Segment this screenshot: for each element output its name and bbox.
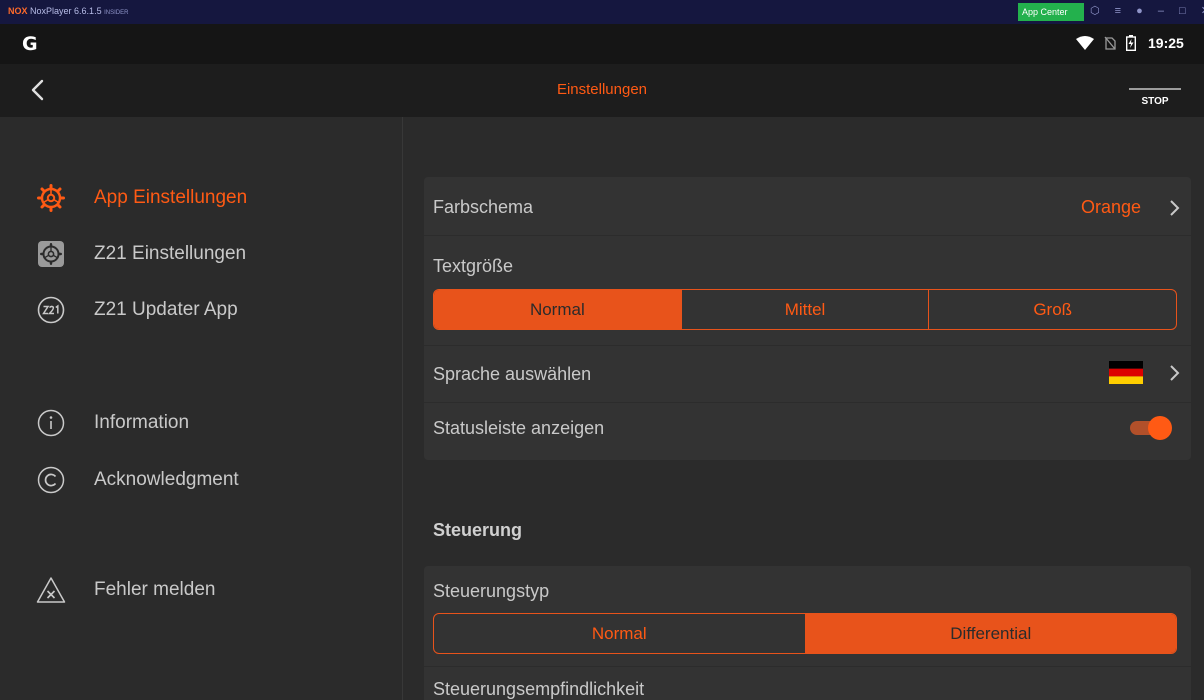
emulator-name: NoxPlayer 6.6.1.5: [30, 6, 102, 16]
language-row[interactable]: Sprache auswählen: [424, 346, 1191, 402]
no-sim-icon: [1104, 36, 1116, 50]
sidebar-item-report-error[interactable]: Fehler melden: [36, 573, 215, 607]
clock: 19:25: [1148, 35, 1184, 51]
emulator-title: NOX NoxPlayer 6.6.1.5 INSIDER: [8, 6, 128, 16]
control-type-option-normal[interactable]: Normal: [434, 614, 805, 653]
sidebar-item-label: Fehler melden: [94, 579, 216, 600]
sidebar-item-label: Acknowledgment: [94, 469, 239, 490]
app-bar: Einstellungen STOP: [0, 64, 1204, 117]
text-size-option-gross[interactable]: Groß: [928, 290, 1176, 329]
info-icon: [36, 408, 66, 438]
divider: [424, 666, 1191, 667]
color-scheme-value: Orange: [1081, 197, 1142, 217]
sidebar-item-z21-settings[interactable]: Z21 Einstellungen: [36, 237, 246, 271]
sidebar-item-app-settings[interactable]: App Einstellungen: [36, 181, 247, 215]
stop-label: STOP: [1141, 96, 1169, 107]
app-settings-card: Farbschema Orange Textgröße Normal Mitte…: [424, 177, 1191, 460]
g-logo-icon: G: [22, 33, 38, 55]
android-status-bar: [0, 24, 1204, 64]
divider: [424, 402, 1191, 403]
settings-content: Farbschema Orange Textgröße Normal Mitte…: [404, 117, 1204, 700]
section-title-control: Steuerung: [433, 520, 523, 540]
stop-indicator-line: [1129, 88, 1181, 90]
sidebar-item-label: App Einstellungen: [94, 187, 248, 208]
sidebar-item-label: Z21 Einstellungen: [94, 243, 247, 264]
text-size-option-normal[interactable]: Normal: [434, 290, 681, 329]
control-sensitivity-label: Steuerungsempfindlichkeit: [433, 679, 645, 699]
text-size-label: Textgröße: [433, 256, 514, 276]
sidebar-item-acknowledgment[interactable]: Acknowledgment: [36, 463, 239, 497]
language-label: Sprache auswählen: [433, 364, 592, 384]
emulator-version-tag: INSIDER: [104, 10, 129, 16]
battery-icon: [1126, 35, 1136, 51]
sidebar-item-label: Information: [94, 412, 190, 433]
toggle-thumb: [1148, 416, 1172, 440]
color-scheme-label: Farbschema: [433, 197, 534, 217]
status-bar-label: Statusleiste anzeigen: [433, 418, 605, 438]
control-type-label: Steuerungstyp: [433, 581, 550, 601]
copyright-icon: [36, 465, 66, 495]
status-bar-toggle[interactable]: [1127, 415, 1172, 441]
stop-button[interactable]: STOP: [1129, 88, 1181, 112]
control-type-segmented-control: Normal Differential: [433, 613, 1177, 654]
sidebar-item-label: Z21 Updater App: [94, 299, 238, 320]
emulator-brand: NOX: [8, 6, 28, 16]
status-icons: 19:25: [1076, 35, 1184, 51]
text-size-option-mittel[interactable]: Mittel: [680, 290, 929, 329]
text-size-segmented-control: Normal Mittel Groß: [433, 289, 1177, 330]
german-flag-icon: [1109, 361, 1143, 384]
control-settings-card: Steuerungstyp Normal Differential Steuer…: [424, 566, 1191, 700]
control-type-option-differential[interactable]: Differential: [804, 614, 1176, 653]
emulator-window-controls[interactable]: ⬡ ≡ ● – □ ✕: [1090, 4, 1204, 17]
app-center-button[interactable]: App Center: [1018, 3, 1084, 21]
wifi-icon: [1076, 36, 1094, 50]
z21-icon: [36, 295, 66, 325]
emulator-title-bar: NOX NoxPlayer 6.6.1.5 INSIDER App Center…: [0, 0, 1204, 24]
error-report-icon: [36, 575, 66, 605]
sidebar: App Einstellungen Z21 Einstellungen Z21 …: [0, 117, 403, 700]
chevron-right-icon: [1170, 365, 1180, 381]
app-center-label: App Center: [1022, 7, 1068, 17]
sidebar-item-z21-updater[interactable]: Z21 Updater App: [36, 293, 238, 327]
color-scheme-row[interactable]: Farbschema Orange: [424, 177, 1191, 235]
gear-badge-icon: [36, 239, 66, 269]
chevron-right-icon: [1170, 200, 1180, 216]
sidebar-item-information[interactable]: Information: [36, 406, 189, 440]
gear-icon: [36, 183, 66, 213]
page-title: Einstellungen: [556, 81, 648, 98]
divider: [424, 235, 1191, 236]
